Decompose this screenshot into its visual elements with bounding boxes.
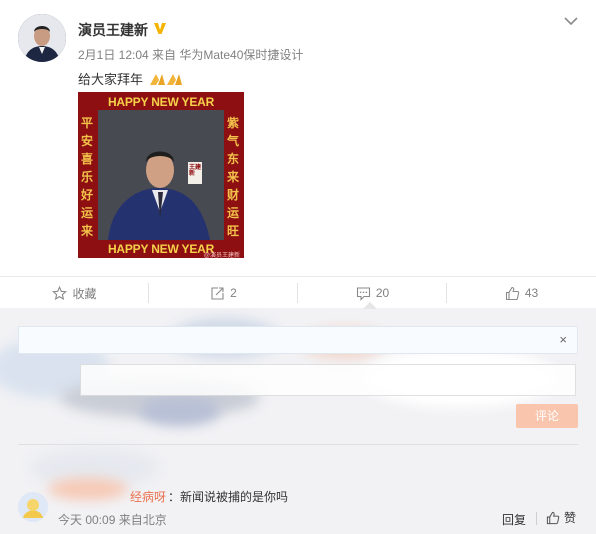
comment-separator: ： [168, 490, 181, 504]
right-couplet: 紫气东来财运旺 [227, 116, 240, 238]
comment-submit-button[interactable]: 评论 [516, 404, 578, 428]
obscured-region [140, 396, 220, 426]
commenter-name[interactable]: 经病呀 [130, 488, 166, 505]
like-count: 43 [524, 286, 539, 300]
repost-button[interactable]: 2 [149, 277, 298, 309]
comment-action-divider [536, 512, 537, 525]
chevron-down-icon[interactable] [564, 16, 578, 26]
comment-section: × 评论 经病呀 ：新闻说被捕的是你吗 今天 00:09 来自北京 回复 赞 [0, 308, 596, 534]
comment-pointer [363, 302, 377, 309]
star-icon [52, 285, 68, 300]
comment-count: 20 [375, 286, 390, 300]
repost-icon [211, 286, 224, 300]
pray-hands-icon [149, 74, 182, 85]
like-button[interactable]: 43 [447, 277, 596, 309]
author-avatar[interactable] [18, 14, 66, 62]
favorite-label: 收藏 [72, 286, 97, 301]
thumbs-up-icon [546, 511, 560, 524]
post-actions: 收藏 2 20 43 [0, 276, 596, 308]
comment-icon [356, 286, 370, 301]
comment-content: 新闻说被捕的是你吗 [180, 490, 289, 504]
post-text-content: 给大家拜年 [78, 72, 144, 87]
author-name[interactable]: 演员王建新 [78, 20, 148, 40]
comment-time: 今天 00:09 来自北京 [58, 513, 167, 527]
comment-like-button[interactable]: 赞 [546, 509, 576, 526]
obscured-region [48, 478, 128, 500]
name-tag: 王建新 [189, 165, 202, 177]
post-meta: 2月1日 12:04 来自 华为Mate40保时捷设计 [78, 48, 304, 62]
comment-text: ：新闻说被捕的是你吗 [168, 488, 288, 505]
weibo-post: 演员王建新 2月1日 12:04 来自 华为Mate40保时捷设计 给大家拜年 … [0, 0, 596, 276]
verified-badge-icon [154, 23, 166, 34]
left-couplet: 平安喜乐好运来 [81, 116, 94, 238]
thumbs-up-icon [505, 286, 520, 300]
image-watermark: @演员王建新 [203, 253, 240, 258]
comment-notice-bar: × [18, 326, 578, 354]
repost-count: 2 [230, 286, 237, 300]
divider [18, 444, 578, 445]
banner-top: HAPPY NEW YEAR [107, 95, 215, 109]
post-text: 给大家拜年 [78, 69, 184, 88]
commenter-avatar[interactable] [18, 492, 48, 522]
reply-button[interactable]: 回复 [502, 511, 526, 528]
comment-input[interactable] [80, 364, 576, 396]
close-icon[interactable]: × [559, 333, 567, 347]
comment-like-label: 赞 [564, 511, 577, 525]
post-image[interactable]: HAPPY NEW YEAR HAPPY NEW YEAR 平安喜乐好运来 紫气… [78, 92, 244, 258]
favorite-button[interactable]: 收藏 [0, 277, 149, 309]
